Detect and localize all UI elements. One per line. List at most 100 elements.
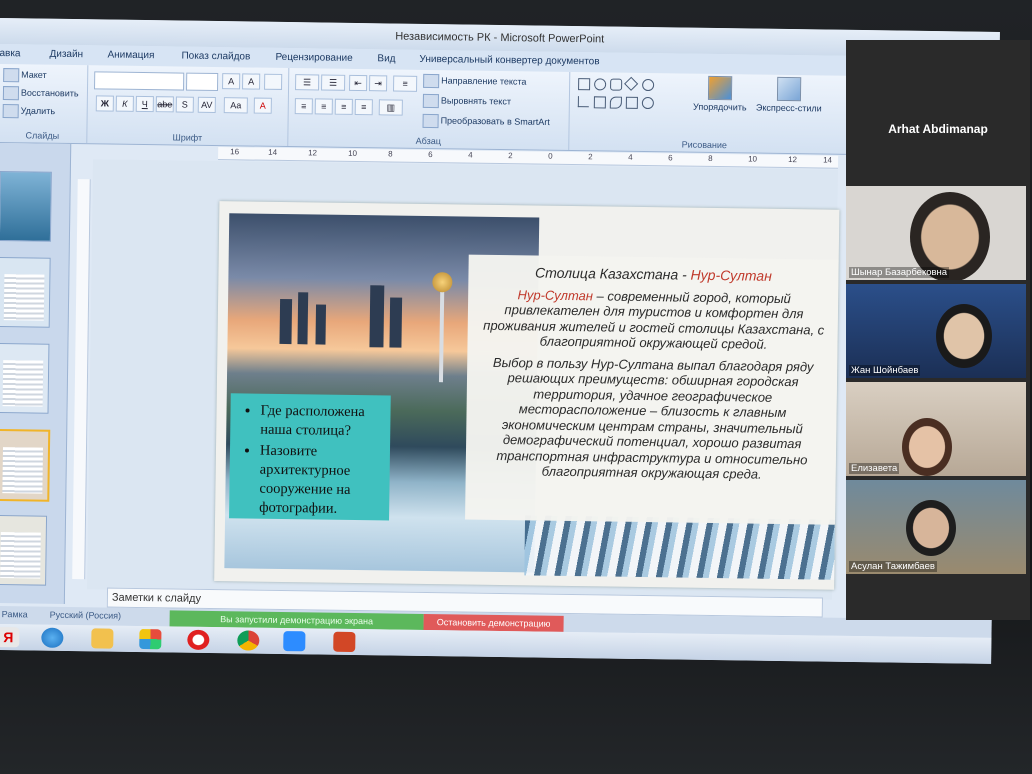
font-size-select[interactable]	[186, 72, 219, 92]
layout-button[interactable]: Макет	[3, 68, 47, 83]
columns-icon[interactable]: ▥	[378, 99, 403, 116]
building	[315, 304, 327, 345]
text-direction-button[interactable]: Направление текста	[423, 73, 527, 89]
current-slide[interactable]: Где расположена наша столица? Назовите а…	[214, 201, 840, 590]
ruler-mark: 0	[548, 151, 553, 161]
indent-increase-icon[interactable]: ⇥	[369, 75, 388, 92]
participant-video-3[interactable]: Елизавета	[846, 382, 1026, 476]
font-color-button[interactable]: A	[253, 97, 272, 114]
italic-button[interactable]: К	[115, 95, 134, 112]
participant-name-3: Елизавета	[849, 463, 900, 474]
tab-animation[interactable]: Анимация	[107, 50, 154, 62]
slides-group-label: Слайды	[25, 130, 60, 141]
delete-slide-button[interactable]: Удалить	[2, 104, 56, 119]
clear-format-icon[interactable]	[264, 73, 283, 90]
font-name-select[interactable]	[94, 71, 185, 91]
questions-box[interactable]: Где расположена наша столица? Назовите а…	[229, 393, 391, 521]
slide-thumbnail-1[interactable]	[0, 171, 52, 242]
participant-name-4: Асулан Тажимбаев	[849, 561, 937, 572]
justify-icon[interactable]: ≡	[354, 98, 373, 116]
building	[297, 292, 309, 345]
slide-thumbnail-4[interactable]	[0, 428, 51, 502]
ruler-mark: 8	[388, 149, 393, 159]
ruler-mark: 2	[508, 151, 513, 161]
ruler-mark: 14	[268, 147, 278, 157]
folder-icon[interactable]	[91, 628, 114, 649]
building	[279, 298, 293, 345]
powerpoint-icon[interactable]	[333, 631, 356, 653]
reset-button[interactable]: Восстановить	[2, 86, 79, 101]
arrange-button[interactable]: Упорядочить	[690, 75, 750, 113]
paragraph-group: ☰ ☰ ⇤ ⇥ ≡ ≡ ≡ ≡ ≡ ▥ Направление текста В…	[288, 68, 571, 150]
thumb-text-lines	[3, 274, 45, 321]
tab-slideshow[interactable]: Показ слайдов	[181, 51, 250, 63]
grow-font-button[interactable]: A	[222, 73, 241, 90]
slide-thumbnail-3[interactable]	[0, 342, 50, 414]
tab-converter[interactable]: Универсальный конвертер документов	[419, 54, 599, 68]
ruler-mark: 4	[468, 150, 473, 160]
diamond-shape-icon[interactable]	[624, 76, 639, 91]
curve-shape-icon[interactable]	[609, 96, 622, 109]
status-language[interactable]: Русский (Россия)	[50, 610, 122, 621]
tab-design[interactable]: Дизайн	[49, 49, 83, 60]
drawing-group: Упорядочить Экспресс-стили Рисование	[569, 72, 840, 154]
align-center-icon[interactable]: ≡	[314, 98, 333, 115]
ruler-mark: 2	[588, 152, 593, 162]
circle-shape-icon[interactable]	[642, 78, 655, 92]
align-right-icon[interactable]: ≡	[334, 98, 353, 115]
reset-icon	[2, 86, 20, 101]
ruler-mark: 12	[788, 155, 798, 165]
tab-insert[interactable]: авка	[0, 48, 21, 59]
slides-group: Макет Восстановить Удалить Слайды	[0, 63, 89, 144]
smartart-button[interactable]: Преобразовать в SmartArt	[422, 113, 550, 130]
bullets-icon[interactable]: ☰	[295, 74, 320, 91]
slide-thumbnail-2[interactable]	[0, 257, 51, 328]
line-spacing-icon[interactable]: ≡	[393, 75, 418, 92]
font-group-label: Шрифт	[172, 132, 203, 143]
ruler-mark: 6	[668, 153, 673, 163]
tab-view[interactable]: Вид	[377, 53, 395, 64]
yandex-icon[interactable]: Я	[0, 627, 20, 648]
opera-icon[interactable]	[187, 629, 210, 650]
rectangle-shape-icon[interactable]	[578, 78, 591, 91]
shrink-font-button[interactable]: A	[242, 73, 261, 90]
quick-styles-button[interactable]: Экспресс-стили	[754, 76, 824, 114]
thumb-text-lines	[2, 447, 44, 494]
shadow-button[interactable]: S	[175, 96, 194, 113]
zoom-icon[interactable]	[283, 631, 306, 652]
slide-thumbnail-5[interactable]	[0, 514, 48, 586]
oval-shape-icon[interactable]	[594, 78, 607, 91]
star-shape-icon[interactable]	[625, 96, 638, 109]
line-shape-icon[interactable]	[577, 96, 589, 108]
indent-decrease-icon[interactable]: ⇤	[349, 74, 368, 92]
participant-video-1[interactable]: Шынар Базарбековна	[846, 186, 1026, 280]
arrow-shape-icon[interactable]	[593, 96, 606, 109]
ruler-mark: 6	[428, 149, 433, 160]
underline-button[interactable]: Ч	[135, 95, 154, 113]
tab-review[interactable]: Рецензирование	[275, 52, 352, 64]
slide-title: Столица Казахстана - Нур-Султан	[534, 264, 772, 284]
strike-button[interactable]: abe	[155, 96, 174, 113]
spacing-button[interactable]: AV	[197, 96, 216, 114]
windows-icon[interactable]	[139, 629, 162, 650]
participant-avatar	[902, 418, 952, 476]
baiterek-sphere	[432, 272, 453, 293]
smiley-shape-icon[interactable]	[641, 96, 654, 110]
participant-name-2: Жан Шойнбаев	[849, 365, 921, 376]
ruler-mark: 14	[823, 155, 833, 165]
align-left-icon[interactable]: ≡	[294, 98, 313, 115]
question-2: Назовите архитектурное сооружение на фот…	[259, 442, 384, 520]
numbering-icon[interactable]: ☰	[321, 74, 346, 91]
case-button[interactable]: Aa	[223, 97, 248, 114]
align-text-button[interactable]: Выровнять текст	[422, 93, 511, 109]
ie-icon[interactable]	[41, 627, 64, 648]
participant-video-2[interactable]: Жан Шойнбаев	[846, 284, 1026, 378]
stop-share-button[interactable]: Остановить демонстрацию	[423, 613, 564, 632]
participant-video-4[interactable]: Асулан Тажимбаев	[846, 480, 1026, 574]
thumb-text-lines	[2, 360, 44, 407]
chrome-icon[interactable]	[237, 630, 260, 651]
bold-button[interactable]: Ж	[95, 95, 114, 112]
rounded-rect-shape-icon[interactable]	[610, 78, 623, 91]
slide-textbox[interactable]: Столица Казахстана - Нур-Султан Нур-Султ…	[465, 254, 839, 525]
paragraph-1: Нур-Султан – современный город, который …	[483, 286, 825, 352]
